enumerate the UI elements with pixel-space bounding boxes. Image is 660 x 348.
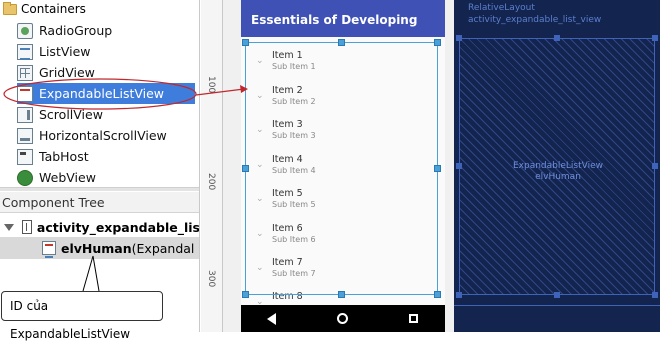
blueprint-handle[interactable]	[652, 292, 658, 298]
blueprint-handle[interactable]	[652, 35, 658, 41]
palette-item-label: HorizontalScrollView	[39, 128, 167, 143]
component-tree-header: Component Tree	[0, 192, 199, 213]
tree-root-label: activity_expandable_lis	[36, 219, 200, 235]
horizontalscrollview-icon	[17, 127, 33, 144]
chevron-down-icon: ⌄	[256, 297, 264, 305]
palette-item-scrollview[interactable]: ScrollView	[17, 104, 103, 125]
annotation-callout: ID của ExpandableListView	[1, 291, 163, 341]
ruler-label-200: 200	[206, 173, 216, 191]
android-nav-bar	[241, 305, 445, 332]
blueprint-widget-box[interactable]: ExpandableListView elvHuman	[459, 38, 655, 295]
resize-handle[interactable]	[242, 39, 249, 46]
blueprint-title: RelativeLayout activity_expandable_list_…	[468, 2, 601, 26]
blueprint-handle[interactable]	[456, 163, 462, 169]
device-preview: Essentials of Developing Android 5.0 ⌄ I…	[241, 0, 445, 332]
blueprint-widget-label: ExpandableListView elvHuman	[460, 161, 656, 183]
palette-panel: Containers RadioGroup ListView GridView …	[0, 0, 200, 332]
palette-group-containers[interactable]: Containers	[0, 0, 199, 19]
scrollview-icon	[17, 106, 33, 123]
ruler-label-300: 300	[206, 270, 216, 288]
layout-icon	[22, 220, 32, 234]
palette-group-label: Containers	[21, 2, 86, 16]
tree-node-elvhuman[interactable]: elvHuman (Expandal	[0, 237, 199, 259]
expandablelistview-icon	[17, 85, 33, 103]
palette-item-gridview[interactable]: GridView	[17, 62, 95, 83]
blueprint-layout-file: activity_expandable_list_view	[468, 15, 602, 25]
blueprint-handle[interactable]	[652, 163, 658, 169]
gridview-icon	[17, 64, 33, 81]
palette-item-tabhost[interactable]: TabHost	[17, 146, 89, 167]
resize-handle[interactable]	[242, 165, 249, 172]
expand-triangle-icon[interactable]	[4, 223, 14, 231]
palette-item-webview[interactable]: WebView	[17, 167, 96, 188]
vertical-ruler: 100 200 300	[201, 0, 223, 332]
blueprint-handle[interactable]	[456, 35, 462, 41]
selection-box[interactable]	[245, 42, 438, 295]
back-icon[interactable]	[267, 313, 276, 325]
resize-handle[interactable]	[434, 39, 441, 46]
palette-item-label: RadioGroup	[39, 23, 113, 38]
resize-handle[interactable]	[434, 165, 441, 172]
expandablelistview-icon	[42, 241, 56, 258]
blueprint-handle[interactable]	[456, 292, 462, 298]
folder-icon	[3, 2, 17, 15]
palette-item-label: GridView	[39, 65, 95, 80]
resize-handle[interactable]	[242, 291, 249, 298]
palette-item-label: WebView	[39, 170, 96, 185]
blueprint-view: RelativeLayout activity_expandable_list_…	[454, 0, 660, 332]
palette-item-label: ScrollView	[39, 107, 103, 122]
webview-icon	[17, 169, 33, 186]
tree-child-id: elvHuman	[61, 240, 132, 256]
listview-icon	[17, 43, 33, 60]
blueprint-layout-type: RelativeLayout	[468, 3, 535, 13]
palette-item-radiogroup[interactable]: RadioGroup	[17, 20, 112, 41]
blueprint-widget-type: ExpandableListView	[512, 161, 603, 171]
blueprint-handle[interactable]	[554, 35, 560, 41]
palette-item-listview[interactable]: ListView	[17, 41, 91, 62]
app-bar-title: Essentials of Developing Android 5.0	[241, 0, 445, 67]
palette-item-horizontalscrollview[interactable]: HorizontalScrollView	[17, 125, 167, 146]
tree-node-root[interactable]: activity_expandable_lis	[0, 216, 200, 238]
radiogroup-icon	[17, 22, 33, 39]
resize-handle[interactable]	[434, 291, 441, 298]
blueprint-widget-id: elvHuman	[535, 172, 581, 182]
ruler-label-100: 100	[206, 76, 216, 94]
recents-icon[interactable]	[409, 314, 418, 323]
palette-item-label: TabHost	[39, 149, 89, 164]
home-icon[interactable]	[337, 313, 348, 324]
palette-item-label: ListView	[39, 44, 91, 59]
tree-child-type: (Expandal	[131, 240, 195, 256]
blueprint-nav-area	[454, 305, 660, 332]
palette-item-label: ExpandableListView	[39, 86, 165, 101]
resize-handle[interactable]	[338, 291, 345, 298]
blueprint-handle[interactable]	[554, 292, 560, 298]
tabhost-icon	[17, 148, 33, 165]
resize-handle[interactable]	[338, 39, 345, 46]
palette-item-expandablelistview[interactable]: ExpandableListView	[17, 83, 195, 104]
panel-splitter[interactable]	[0, 187, 199, 191]
